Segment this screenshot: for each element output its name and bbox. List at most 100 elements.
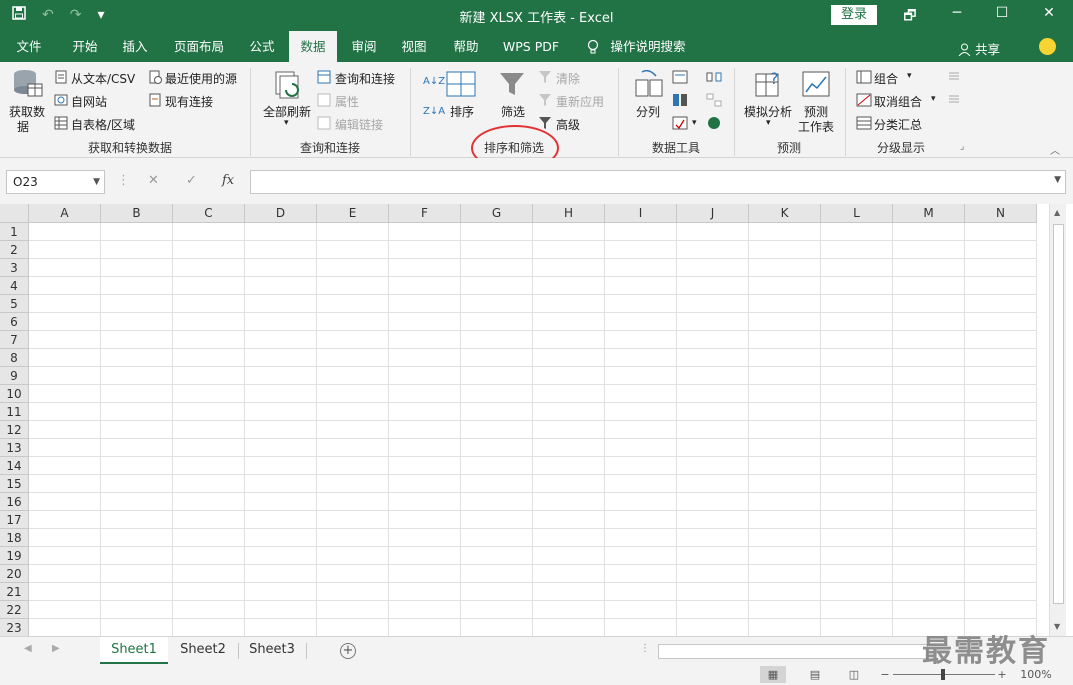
queries-connections-button[interactable]: 查询和连接 — [335, 70, 395, 87]
refresh-dropdown-icon[interactable]: ▾ — [284, 118, 289, 128]
sort-button[interactable]: 排序 — [450, 103, 474, 120]
consolidate-icon[interactable] — [706, 70, 722, 84]
show-detail-icon[interactable] — [947, 70, 961, 82]
page-break-view-icon[interactable]: ◫ — [841, 666, 867, 683]
subtotal-button[interactable]: 分类汇总 — [874, 116, 922, 133]
data-model-icon[interactable] — [706, 116, 722, 130]
edit-links-button[interactable]: 编辑链接 — [335, 116, 383, 133]
tab-data[interactable]: 数据 — [289, 31, 337, 62]
tab-wps-pdf[interactable]: WPS PDF — [498, 31, 564, 62]
row-header-9[interactable]: 9 — [0, 367, 29, 385]
enter-icon[interactable]: ✓ — [186, 173, 197, 188]
row-header-13[interactable]: 13 — [0, 439, 29, 457]
tab-insert[interactable]: 插入 — [114, 31, 156, 62]
text-to-columns-button[interactable]: 分列 — [636, 103, 660, 120]
horizontal-scrollbar[interactable] — [658, 644, 928, 659]
column-header-e[interactable]: E — [317, 204, 389, 223]
what-if-dropdown-icon[interactable]: ▾ — [766, 118, 771, 128]
clear-button[interactable]: 清除 — [556, 70, 580, 87]
sort-descending-icon[interactable]: Z↓A — [423, 106, 445, 117]
tab-formulas[interactable]: 公式 — [240, 31, 284, 62]
row-header-10[interactable]: 10 — [0, 385, 29, 403]
data-validation-icon[interactable] — [672, 116, 688, 130]
expand-formula-bar-icon[interactable]: ▼ — [1054, 175, 1061, 185]
formula-input[interactable]: ▼ — [250, 170, 1066, 194]
ribbon-display-icon[interactable]: 🗗 — [890, 5, 930, 29]
column-header-i[interactable]: I — [605, 204, 677, 223]
row-header-4[interactable]: 4 — [0, 277, 29, 295]
column-header-l[interactable]: L — [821, 204, 893, 223]
group-dropdown-icon[interactable]: ▾ — [907, 71, 912, 81]
select-all-corner[interactable] — [0, 204, 29, 223]
insert-function-icon[interactable]: fx — [222, 173, 234, 188]
sheet-tab-sheet3[interactable]: Sheet3 — [240, 637, 304, 664]
sheet-tab-sheet2[interactable]: Sheet2 — [170, 637, 236, 664]
vertical-scrollbar[interactable]: ▲ ▼ — [1049, 204, 1066, 636]
get-data-button-line2[interactable]: 据 — [17, 118, 29, 135]
share-button[interactable]: 共享 — [958, 39, 1000, 58]
outline-dialog-launcher-icon[interactable]: ⌟ — [960, 142, 964, 152]
column-header-f[interactable]: F — [389, 204, 461, 223]
remove-duplicates-icon[interactable] — [672, 93, 688, 107]
ungroup-dropdown-icon[interactable]: ▾ — [931, 94, 936, 104]
tab-help[interactable]: 帮助 — [444, 31, 488, 62]
column-header-b[interactable]: B — [101, 204, 173, 223]
row-header-21[interactable]: 21 — [0, 583, 29, 601]
page-layout-view-icon[interactable]: ▤ — [802, 666, 828, 683]
from-text-csv-button[interactable]: 从文本/CSV — [71, 70, 135, 87]
cell-area[interactable] — [29, 223, 1037, 636]
normal-view-icon[interactable]: ▦ — [760, 666, 786, 683]
row-header-5[interactable]: 5 — [0, 295, 29, 313]
flash-fill-icon[interactable] — [672, 70, 688, 84]
row-header-12[interactable]: 12 — [0, 421, 29, 439]
tab-home[interactable]: 开始 — [62, 31, 108, 62]
add-sheet-button[interactable]: + — [340, 643, 356, 659]
recent-sources-button[interactable]: 最近使用的源 — [165, 70, 237, 87]
lightbulb-icon[interactable] — [582, 31, 604, 62]
row-header-19[interactable]: 19 — [0, 547, 29, 565]
row-header-17[interactable]: 17 — [0, 511, 29, 529]
scroll-up-icon[interactable]: ▲ — [1054, 208, 1060, 217]
column-header-a[interactable]: A — [29, 204, 101, 223]
row-header-11[interactable]: 11 — [0, 403, 29, 421]
name-box[interactable]: O23 ▼ — [6, 170, 105, 194]
row-header-18[interactable]: 18 — [0, 529, 29, 547]
tab-view[interactable]: 视图 — [392, 31, 436, 62]
properties-button[interactable]: 属性 — [335, 93, 359, 110]
row-header-20[interactable]: 20 — [0, 565, 29, 583]
advanced-button[interactable]: 高级 — [556, 116, 580, 133]
tab-page-layout[interactable]: 页面布局 — [168, 31, 230, 62]
maximize-button[interactable]: ☐ — [982, 5, 1022, 21]
column-header-c[interactable]: C — [173, 204, 245, 223]
row-header-8[interactable]: 8 — [0, 349, 29, 367]
column-header-k[interactable]: K — [749, 204, 821, 223]
column-header-m[interactable]: M — [893, 204, 965, 223]
from-table-button[interactable]: 自表格/区域 — [71, 116, 135, 133]
column-header-j[interactable]: J — [677, 204, 749, 223]
ungroup-button[interactable]: 取消组合 — [874, 93, 922, 110]
hide-detail-icon[interactable] — [947, 93, 961, 105]
feedback-smile-icon[interactable] — [1039, 38, 1056, 55]
row-header-6[interactable]: 6 — [0, 313, 29, 331]
row-header-3[interactable]: 3 — [0, 259, 29, 277]
minimize-button[interactable]: ─ — [937, 5, 977, 21]
tab-file[interactable]: 文件 — [8, 31, 50, 62]
row-header-15[interactable]: 15 — [0, 475, 29, 493]
column-header-h[interactable]: H — [533, 204, 605, 223]
row-header-2[interactable]: 2 — [0, 241, 29, 259]
name-box-dropdown-icon[interactable]: ▼ — [93, 171, 100, 193]
next-sheet-icon[interactable]: ▶ — [52, 643, 60, 654]
row-header-22[interactable]: 22 — [0, 601, 29, 619]
prev-sheet-icon[interactable]: ◀ — [24, 643, 32, 654]
column-header-d[interactable]: D — [245, 204, 317, 223]
tab-review[interactable]: 审阅 — [342, 31, 386, 62]
tell-me-search[interactable]: 操作说明搜索 — [608, 31, 688, 62]
row-header-1[interactable]: 1 — [0, 223, 29, 241]
relationships-icon[interactable] — [706, 93, 722, 107]
cancel-icon[interactable]: ✕ — [148, 173, 159, 188]
filter-button[interactable]: 筛选 — [501, 103, 525, 120]
sheet-tab-sheet1[interactable]: Sheet1 — [100, 637, 168, 664]
tab-split-handle-icon[interactable]: ⋮ — [640, 643, 650, 654]
vertical-scroll-thumb[interactable] — [1053, 224, 1064, 604]
from-web-button[interactable]: 自网站 — [71, 93, 107, 110]
